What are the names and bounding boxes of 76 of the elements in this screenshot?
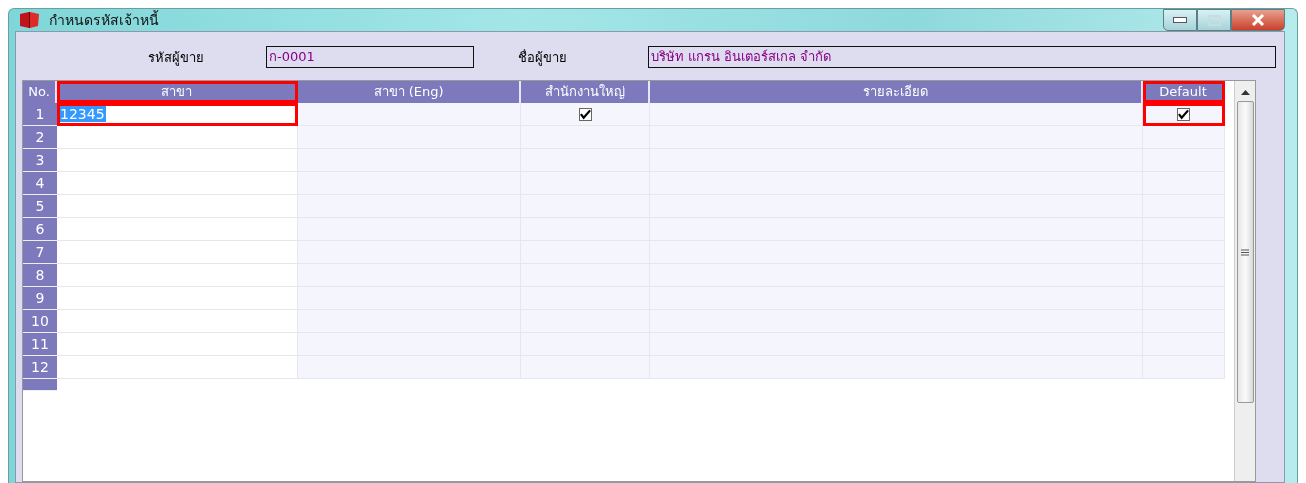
table-cell[interactable] [57, 333, 298, 356]
table-cell[interactable] [298, 287, 521, 310]
row-number: 7 [23, 241, 57, 264]
table-cell[interactable] [57, 218, 298, 241]
row-number: 11 [23, 333, 57, 356]
table-cell[interactable] [57, 172, 298, 195]
row-number: 4 [23, 172, 57, 195]
cell-text: 12345 [59, 106, 106, 122]
column-header[interactable]: สำนักงานใหญ่ [521, 81, 650, 103]
table-cell[interactable] [521, 103, 650, 126]
input-field[interactable]: บริษัท แกรน อินเตอร์สเกล จำกัด [648, 46, 1276, 68]
table-cell[interactable] [57, 126, 298, 149]
table-cell[interactable] [298, 172, 521, 195]
table-cell[interactable] [650, 103, 1143, 126]
table-cell[interactable] [298, 264, 521, 287]
checkbox[interactable] [1177, 107, 1190, 121]
table-cell[interactable] [1143, 195, 1225, 218]
row-number: 10 [23, 310, 57, 333]
table-cell[interactable] [1143, 264, 1225, 287]
maximize-button[interactable] [1197, 9, 1231, 31]
table-cell[interactable] [521, 356, 650, 379]
table-cell[interactable] [57, 241, 298, 264]
table-cell[interactable] [298, 149, 521, 172]
table-cell[interactable] [1143, 172, 1225, 195]
column-header[interactable]: รายละเอียด [650, 81, 1143, 103]
column-header[interactable]: No. [23, 81, 57, 103]
book-icon [19, 11, 41, 29]
table-cell[interactable] [1143, 356, 1225, 379]
table-cell[interactable] [1143, 310, 1225, 333]
table-cell[interactable] [57, 195, 298, 218]
table-cell[interactable] [298, 333, 521, 356]
table-cell[interactable] [298, 218, 521, 241]
table-cell[interactable] [1143, 126, 1225, 149]
table-cell[interactable]: 12345 [57, 103, 298, 126]
row-number: 1 [23, 103, 57, 126]
table-cell[interactable] [298, 103, 521, 126]
scrollbar[interactable] [1234, 81, 1255, 481]
checkbox[interactable] [578, 107, 592, 121]
table-cell[interactable] [57, 149, 298, 172]
column-header[interactable]: Default [1143, 81, 1225, 103]
table-cell[interactable] [1143, 287, 1225, 310]
table-cell[interactable] [57, 356, 298, 379]
table-cell[interactable] [298, 195, 521, 218]
table-cell[interactable] [57, 310, 298, 333]
table-cell[interactable] [57, 287, 298, 310]
row-number: 5 [23, 195, 57, 218]
row-number: 3 [23, 149, 57, 172]
close-button[interactable] [1231, 9, 1285, 31]
table-cell[interactable] [1143, 241, 1225, 264]
table-cell[interactable] [57, 264, 298, 287]
minimize-button[interactable] [1163, 9, 1197, 31]
table-cell[interactable] [650, 126, 1143, 149]
row-number: 2 [23, 126, 57, 149]
scrollbar-thumb[interactable] [1236, 101, 1254, 403]
table-cell[interactable] [1143, 103, 1225, 126]
window-title: กำหนดรหัสเจ้าหนี้ [49, 9, 159, 30]
input-field[interactable]: ก-0001 [266, 46, 474, 68]
column-header[interactable]: สาขา (Eng) [298, 81, 521, 103]
table-cell[interactable] [298, 356, 521, 379]
field-label: ชื่อผู้ขาย [518, 48, 568, 68]
field-label: รหัสผู้ขาย [148, 48, 205, 68]
scroll-up-icon[interactable] [1240, 89, 1250, 95]
row-number: 8 [23, 264, 57, 287]
row-number: 12 [23, 356, 57, 379]
row-number: 6 [23, 218, 57, 241]
table-cell[interactable] [1143, 149, 1225, 172]
close-icon [1251, 14, 1265, 26]
table-cell[interactable] [1143, 218, 1225, 241]
table-cell[interactable] [650, 356, 1143, 379]
table-cell[interactable] [298, 241, 521, 264]
row-number [23, 379, 57, 391]
column-header[interactable]: สาขา [57, 81, 298, 103]
table-cell[interactable] [298, 126, 521, 149]
table-cell[interactable] [298, 310, 521, 333]
table-cell[interactable] [1143, 333, 1225, 356]
row-number: 9 [23, 287, 57, 310]
